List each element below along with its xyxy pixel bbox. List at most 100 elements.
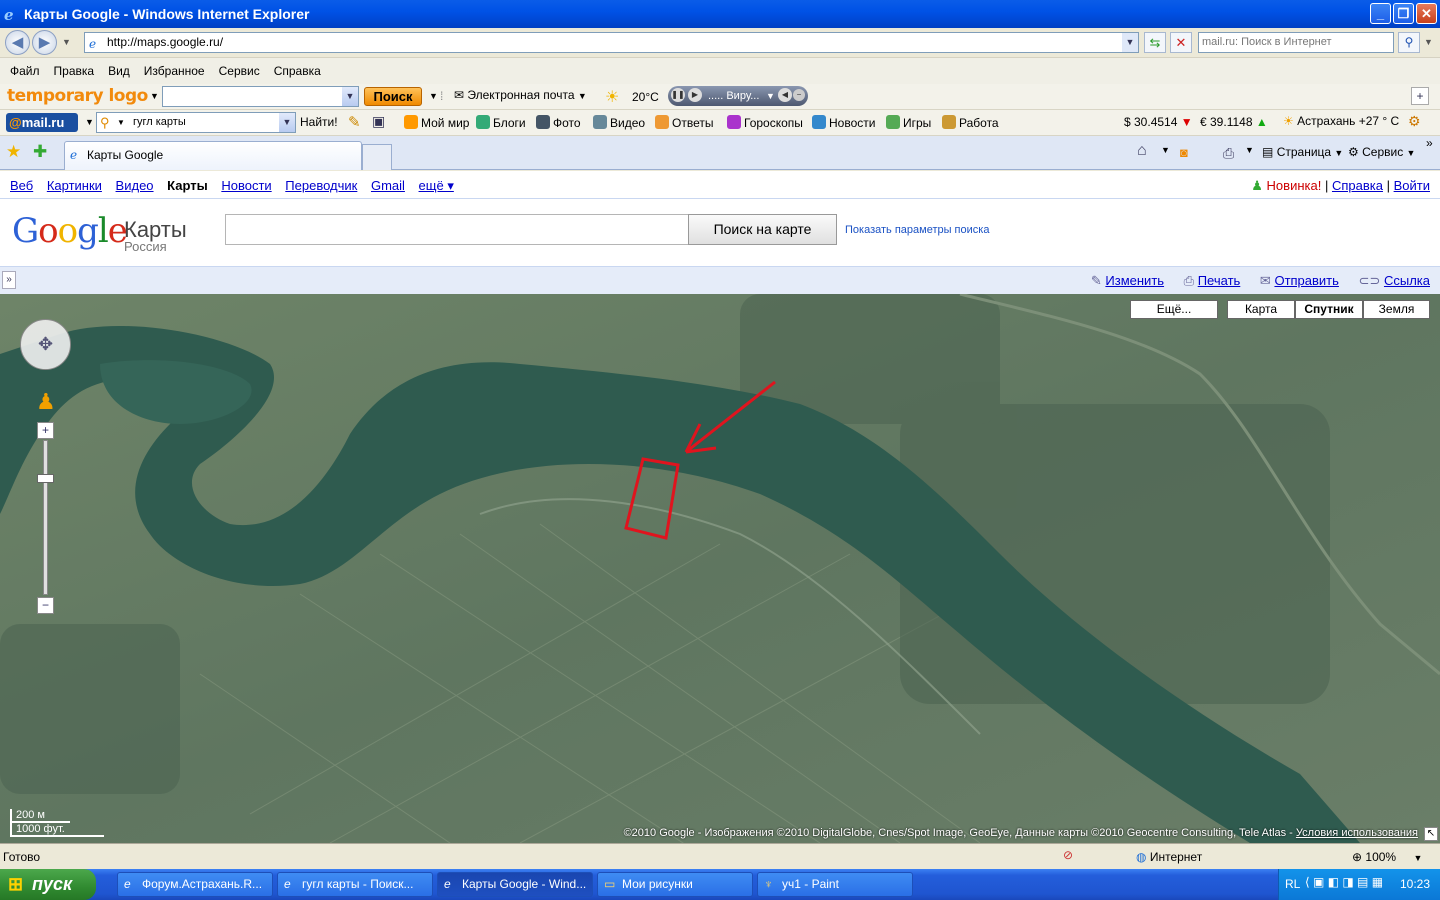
terms-link[interactable]: Условия использования bbox=[1296, 827, 1418, 839]
add-favorites-icon[interactable]: ✚ bbox=[33, 142, 47, 162]
task-my-pictures[interactable]: ▭ Мои рисунки bbox=[597, 872, 753, 897]
mailru-search-dropdown-icon[interactable]: ▼ bbox=[279, 113, 295, 132]
mailru-logo[interactable]: @mail.ru bbox=[6, 113, 78, 132]
refresh-icon[interactable]: ⇆ bbox=[1144, 32, 1166, 53]
new-tab-button[interactable] bbox=[362, 144, 392, 170]
email-button[interactable]: ✉ Электронная почта ▼ bbox=[454, 88, 587, 102]
back-button[interactable]: ◀ bbox=[5, 30, 30, 55]
expand-panel-button[interactable]: » bbox=[2, 271, 16, 289]
gbar-translate[interactable]: Переводчик bbox=[285, 178, 357, 193]
search-icon[interactable]: ⚲ bbox=[1398, 32, 1420, 53]
weather-temp[interactable]: 20°C bbox=[632, 90, 659, 104]
tools-menu[interactable]: ⚙ Сервис ▼ bbox=[1348, 145, 1415, 159]
pause-icon[interactable]: ❚❚ bbox=[671, 88, 685, 102]
home-icon[interactable]: ⌂ bbox=[1137, 142, 1147, 160]
highlight-icon[interactable]: ▣ bbox=[372, 113, 385, 130]
tray-icons[interactable]: ⟨ ▣ ◧ ◨ ▤ ▦ bbox=[1305, 875, 1383, 889]
zoom-slider-track[interactable] bbox=[43, 440, 48, 595]
address-dropdown-icon[interactable]: ▼ bbox=[1122, 33, 1138, 52]
pencil-icon[interactable]: ✎ bbox=[348, 113, 361, 131]
language-indicator[interactable]: RL bbox=[1285, 877, 1300, 891]
home-dropdown-icon[interactable]: ▼ bbox=[1161, 145, 1170, 155]
link-blogs[interactable]: Блоги bbox=[476, 115, 526, 130]
map-search-input[interactable] bbox=[225, 214, 688, 245]
clock[interactable]: 10:23 bbox=[1400, 877, 1430, 891]
link-answers[interactable]: Ответы bbox=[655, 115, 713, 130]
start-button[interactable]: ⊞ пуск bbox=[0, 869, 96, 900]
task-forum[interactable]: e Форум.Астрахань.R... bbox=[117, 872, 273, 897]
link-photo[interactable]: Фото bbox=[536, 115, 581, 130]
rss-icon[interactable]: ◙ bbox=[1180, 145, 1188, 160]
map-type-more[interactable]: Ещё... bbox=[1130, 300, 1218, 319]
menu-view[interactable]: Вид bbox=[108, 64, 130, 78]
history-dropdown-icon[interactable]: ▼ bbox=[62, 37, 71, 47]
toolbar-search-dropdown-icon[interactable]: ▼ bbox=[342, 87, 358, 106]
close-button[interactable]: ✕ bbox=[1416, 3, 1437, 24]
map-search-button[interactable]: Поиск на карте bbox=[688, 214, 837, 245]
player-minus-icon[interactable]: − bbox=[793, 89, 805, 101]
new-feature-link[interactable]: Новинка! bbox=[1267, 178, 1322, 193]
menu-favorites[interactable]: Избранное bbox=[144, 64, 205, 78]
settings-icon[interactable]: ⚙ bbox=[1408, 113, 1421, 130]
map-type-earth[interactable]: Земля bbox=[1363, 300, 1430, 319]
zoom-level[interactable]: ⊕ 100% ▼ bbox=[1352, 850, 1422, 864]
link-action[interactable]: ⊂⊃ Ссылка bbox=[1351, 273, 1430, 288]
find-button[interactable]: Найти! bbox=[300, 115, 338, 129]
volume-icon[interactable]: ◀ bbox=[778, 88, 792, 102]
satellite-map[interactable]: ✥ ♟ + − Ещё... Карта Спутник Земля 200 м… bbox=[0, 294, 1440, 843]
google-logo[interactable]: Google bbox=[12, 211, 128, 251]
mailru-search-input[interactable]: ⚲ ▼ гугл карты ▼ bbox=[96, 112, 296, 133]
zoom-in-button[interactable]: + bbox=[37, 422, 54, 439]
link-video[interactable]: Видео bbox=[593, 115, 645, 130]
gbar-images[interactable]: Картинки bbox=[47, 178, 102, 193]
send-action[interactable]: ✉ Отправить bbox=[1252, 273, 1339, 288]
maximize-button[interactable]: ❐ bbox=[1393, 3, 1414, 24]
link-horoscopes[interactable]: Гороскопы bbox=[727, 115, 803, 130]
task-paint[interactable]: ♆ уч1 - Paint bbox=[757, 872, 913, 897]
gbar-news[interactable]: Новости bbox=[221, 178, 271, 193]
gbar-more[interactable]: ещё ▾ bbox=[419, 178, 454, 193]
favorites-star-icon[interactable]: ★ bbox=[6, 142, 21, 162]
menu-tools[interactable]: Сервис bbox=[219, 64, 260, 78]
toolbar-search-input[interactable]: ▼ bbox=[162, 86, 359, 107]
menu-help[interactable]: Справка bbox=[274, 64, 321, 78]
menu-edit[interactable]: Правка bbox=[54, 64, 95, 78]
usd-rate[interactable]: $ 30.4514 ▼ bbox=[1124, 115, 1193, 129]
zoom-slider-handle[interactable] bbox=[37, 474, 54, 483]
search-engine-dropdown-icon[interactable]: ▼ bbox=[117, 113, 125, 132]
chevron-more-icon[interactable]: » bbox=[1426, 136, 1433, 150]
gbar-gmail[interactable]: Gmail bbox=[371, 178, 405, 193]
print-action[interactable]: ⎙ Печать bbox=[1176, 273, 1241, 288]
search-params-link[interactable]: Показать параметры поиска bbox=[845, 224, 989, 236]
minimize-button[interactable]: _ bbox=[1370, 3, 1391, 24]
link-mymir[interactable]: Мой мир bbox=[404, 115, 469, 130]
menu-file[interactable]: Файл bbox=[10, 64, 40, 78]
tab-google-maps[interactable]: e Карты Google bbox=[64, 141, 362, 170]
eur-rate[interactable]: € 39.1148 ▲ bbox=[1200, 115, 1268, 129]
search-options-icon[interactable]: ▼ bbox=[1424, 37, 1433, 47]
pegman-icon[interactable]: ♟ bbox=[36, 389, 56, 421]
map-type-satellite[interactable]: Спутник bbox=[1295, 300, 1363, 319]
gbar-web[interactable]: Веб bbox=[10, 178, 33, 193]
mailru-dropdown-icon[interactable]: ▼ bbox=[85, 117, 94, 127]
security-zone[interactable]: ◍ Интернет bbox=[1136, 850, 1202, 864]
logo-dropdown-icon[interactable]: ▼ bbox=[150, 91, 159, 101]
add-toolbar-icon[interactable]: + bbox=[1411, 87, 1429, 105]
zoom-out-button[interactable]: − bbox=[37, 597, 54, 614]
player-dropdown-icon[interactable]: ▼ bbox=[766, 86, 775, 106]
play-icon[interactable]: ▶ bbox=[688, 88, 702, 102]
forward-button[interactable]: ▶ bbox=[32, 30, 57, 55]
pan-control[interactable]: ✥ bbox=[20, 319, 71, 370]
link-work[interactable]: Работа bbox=[942, 115, 999, 130]
overview-map-toggle-icon[interactable]: ↖ bbox=[1424, 827, 1438, 841]
page-menu[interactable]: ▤ Страница ▼ bbox=[1262, 145, 1343, 159]
edit-action[interactable]: ✎ Изменить bbox=[1083, 273, 1164, 288]
radio-player[interactable]: ❚❚ ▶ ..... Виру... ▼ ◀ − bbox=[668, 86, 808, 106]
web-search-input[interactable]: mail.ru: Поиск в Интернет bbox=[1198, 32, 1394, 53]
stop-icon[interactable]: ✕ bbox=[1170, 32, 1192, 53]
gbar-video[interactable]: Видео bbox=[116, 178, 154, 193]
link-games[interactable]: Игры bbox=[886, 115, 931, 130]
print-icon[interactable]: ⎙ bbox=[1223, 145, 1234, 162]
map-type-map[interactable]: Карта bbox=[1227, 300, 1295, 319]
city-weather[interactable]: ☀ Астрахань +27 ° С bbox=[1283, 114, 1399, 128]
